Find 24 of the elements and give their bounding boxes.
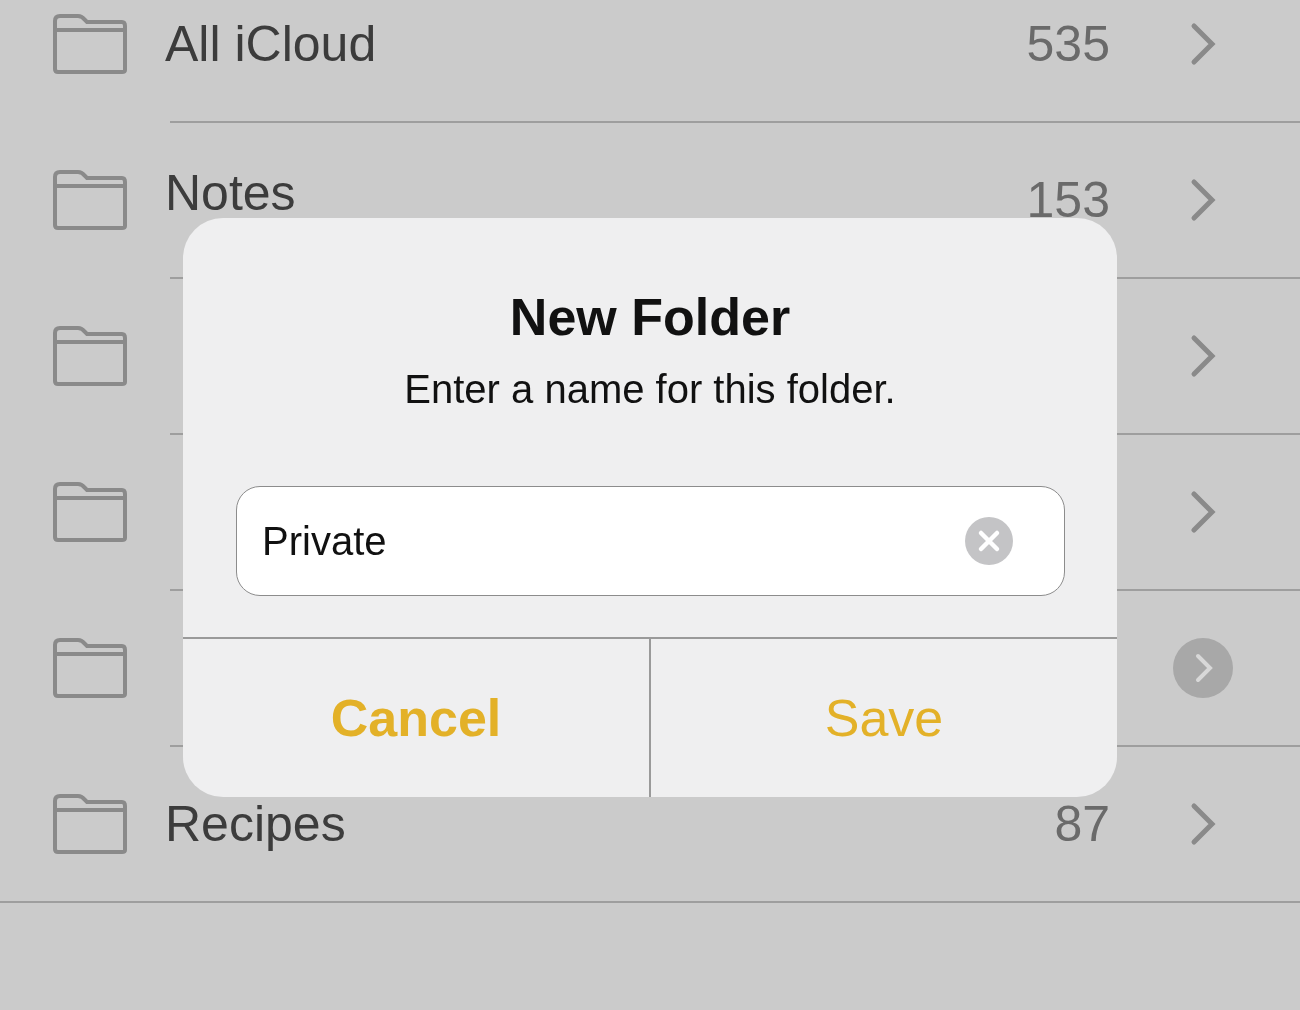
folder-name: Notes — [165, 168, 297, 218]
name-field[interactable]: Private — [236, 486, 1065, 596]
folder-icon — [52, 793, 128, 855]
folder-name: All iCloud — [165, 19, 378, 69]
clear-icon[interactable] — [965, 517, 1013, 565]
chevron-icon[interactable] — [1190, 22, 1216, 66]
cancel-button[interactable]: Cancel — [183, 639, 649, 797]
note-count: 535 — [1026, 15, 1110, 73]
note-count: 153 — [1026, 171, 1110, 229]
chevron-icon[interactable] — [1190, 490, 1216, 534]
save-button[interactable]: Save — [649, 639, 1117, 797]
folder-icon — [52, 13, 128, 75]
note-count: 87 — [1054, 795, 1110, 853]
chevron-icon[interactable] — [1190, 178, 1216, 222]
dialog-title: New Folder — [508, 287, 792, 347]
chevron-icon[interactable] — [1190, 334, 1216, 378]
folder-icon — [52, 169, 128, 231]
folder-icon — [52, 325, 128, 387]
chevron-button[interactable] — [1173, 638, 1233, 698]
folder-icon — [52, 637, 128, 699]
folder-name: Recipes — [165, 799, 347, 849]
folder-icon — [52, 481, 128, 543]
dialog-message: Enter a name for this folder. — [403, 367, 897, 412]
chevron-icon[interactable] — [1190, 802, 1216, 846]
